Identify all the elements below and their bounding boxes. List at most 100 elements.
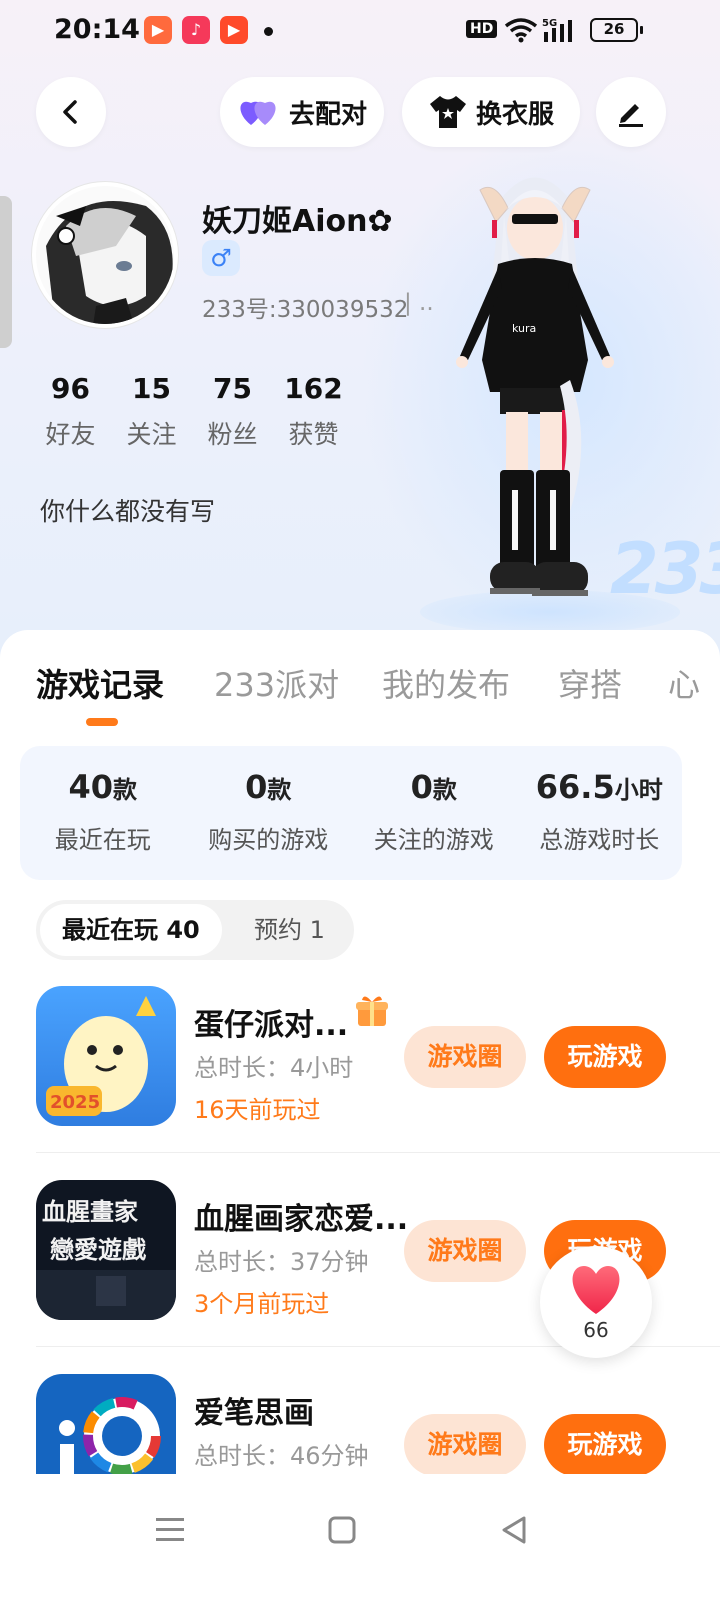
stat-friends[interactable]: 96 好友	[30, 372, 111, 451]
match-label: 去配对	[288, 99, 367, 130]
menu-icon[interactable]	[150, 1510, 190, 1550]
eggy-party-icon: 2025	[36, 986, 176, 1126]
video-app-icon: ▶	[144, 16, 172, 44]
music-app-icon: ♪	[182, 16, 210, 44]
summary-followed[interactable]: 0款 关注的游戏	[351, 746, 517, 880]
profile-tabs: 游戏记录 233派对 我的发布 穿搭 心	[0, 660, 720, 720]
tab-indicator	[86, 718, 118, 726]
summary-value: 0	[245, 768, 268, 806]
game-title: 爱笔思画	[194, 1396, 314, 1431]
stat-likes[interactable]: 162 获赞	[273, 372, 354, 451]
hoodie-text: kura	[512, 322, 536, 335]
game-last-played: 16天前玩过	[194, 1096, 321, 1124]
bloody-painter-icon: 血腥畫家 戀愛遊戲	[36, 1180, 176, 1320]
tab-game-records[interactable]: 游戏记录	[36, 660, 164, 706]
heart-icon	[572, 1266, 620, 1314]
battery-icon: 26	[590, 18, 643, 42]
summary-recent[interactable]: 40款 最近在玩	[20, 746, 186, 880]
gift-icon[interactable]	[354, 992, 390, 1028]
tab-wishlist[interactable]: 心	[668, 660, 700, 706]
stat-fans[interactable]: 75 粉丝	[192, 372, 273, 451]
stat-label: 获赞	[288, 420, 339, 449]
gender-male-icon: ♂	[202, 240, 240, 276]
stat-label: 粉丝	[207, 420, 258, 449]
game-title: 蛋仔派对...	[194, 1008, 349, 1043]
game-circle-button[interactable]: 游戏圈	[404, 1220, 526, 1282]
game-circle-button[interactable]: 游戏圈	[404, 1026, 526, 1088]
summary-purchased[interactable]: 0款 购买的游戏	[186, 746, 352, 880]
chevron-left-icon	[63, 100, 77, 124]
like-count: 66	[583, 1318, 609, 1342]
eggy-year-text: 2025	[50, 1092, 100, 1113]
tab-my-posts[interactable]: 我的发布	[382, 660, 510, 706]
game-last-played: 3个月前玩过	[194, 1290, 330, 1318]
change-outfit-button[interactable]: 换衣服	[402, 77, 580, 147]
game-circle-button[interactable]: 游戏圈	[404, 1414, 526, 1476]
summary-unit: 小时	[614, 776, 663, 804]
tab-233-party[interactable]: 233派对	[214, 660, 339, 706]
summary-label: 关注的游戏	[373, 826, 494, 854]
game-subtabs: 最近在玩 40 预约 1	[36, 900, 354, 960]
profile-stats: 96 好友 15 关注 75 粉丝 162 获赞	[30, 372, 354, 451]
tshirt-icon	[429, 96, 466, 128]
game-icon-bloody-painter[interactable]: 血腥畫家 戀愛遊戲	[36, 1180, 176, 1320]
home-icon[interactable]	[322, 1510, 362, 1550]
subtab-recent[interactable]: 最近在玩 40	[40, 904, 222, 956]
wifi-icon	[504, 18, 538, 43]
game-playtime: 总时长：4小时	[194, 1054, 354, 1082]
summary-label: 购买的游戏	[208, 826, 329, 854]
icon-title-line1: 血腥畫家	[42, 1197, 138, 1226]
icon-title-line2: 戀愛遊戲	[50, 1235, 146, 1264]
change-outfit-label: 换衣服	[475, 99, 554, 130]
summary-value: 40	[68, 768, 114, 806]
profile-uid[interactable]: 233号:330039532	[202, 290, 408, 324]
summary-label: 最近在玩	[54, 826, 151, 854]
content-panel: 游戏记录 233派对 我的发布 穿搭 心 40款 最近在玩 0款 购买的游戏 0…	[0, 630, 720, 1612]
stat-following[interactable]: 15 关注	[111, 372, 192, 451]
game-summary: 40款 最近在玩 0款 购买的游戏 0款 关注的游戏 66.5小时 总游戏时长	[20, 746, 682, 880]
divider	[36, 1152, 720, 1153]
status-time: 20:14	[54, 14, 140, 45]
game-row[interactable]: 2025 蛋仔派对... 总时长：4小时 16天前玩过 游戏圈 玩游戏	[0, 986, 720, 1180]
profile-uid-more: | ..	[404, 290, 434, 316]
status-bar: 20:14 ▶ ♪ ▶ HD 5G 26	[0, 0, 720, 64]
profile-bio[interactable]: 你什么都没有写	[40, 492, 215, 528]
game-playtime: 总时长：37分钟	[194, 1248, 369, 1276]
game-playtime: 总时长：46分钟	[194, 1442, 369, 1470]
side-drawer-handle[interactable]	[0, 196, 12, 348]
svg-text:5G: 5G	[542, 18, 557, 29]
summary-unit: 款	[113, 776, 138, 804]
summary-label: 总游戏时长	[539, 826, 660, 854]
summary-unit: 款	[432, 776, 457, 804]
tab-outfits[interactable]: 穿搭	[558, 660, 622, 706]
back-triangle-icon[interactable]	[494, 1510, 534, 1550]
system-navbar	[0, 1474, 720, 1612]
summary-unit: 款	[267, 776, 292, 804]
stat-label: 好友	[45, 420, 96, 449]
stat-value: 162	[284, 372, 343, 405]
edit-profile-button[interactable]	[596, 77, 666, 147]
avatar[interactable]	[32, 182, 178, 328]
summary-total-time[interactable]: 66.5小时 总游戏时长	[517, 746, 683, 880]
game-title: 血腥画家恋爱...	[194, 1202, 409, 1237]
summary-value: 0	[410, 768, 433, 806]
pen-icon	[619, 104, 643, 127]
play-game-button[interactable]: 玩游戏	[544, 1026, 666, 1088]
like-fab[interactable]: 66	[540, 1246, 652, 1358]
profile-name: 妖刀姬Aion✿	[202, 204, 393, 239]
summary-value: 66.5	[535, 768, 615, 806]
player-app-icon: ▶	[220, 16, 248, 44]
character-model[interactable]: kura	[440, 160, 630, 620]
hd-icon: HD	[466, 20, 498, 38]
back-button[interactable]	[36, 77, 106, 147]
signal-5g-icon: 5G	[542, 18, 572, 42]
notification-dot-icon	[264, 27, 273, 36]
subtab-reserved[interactable]: 预约 1	[254, 900, 325, 960]
play-game-button[interactable]: 玩游戏	[544, 1414, 666, 1476]
double-heart-icon	[240, 101, 276, 125]
stat-label: 关注	[126, 420, 177, 449]
stat-value: 15	[132, 372, 171, 405]
match-button[interactable]: 去配对	[220, 77, 384, 147]
stat-value: 96	[51, 372, 90, 405]
game-icon-eggy-party[interactable]: 2025	[36, 986, 176, 1126]
